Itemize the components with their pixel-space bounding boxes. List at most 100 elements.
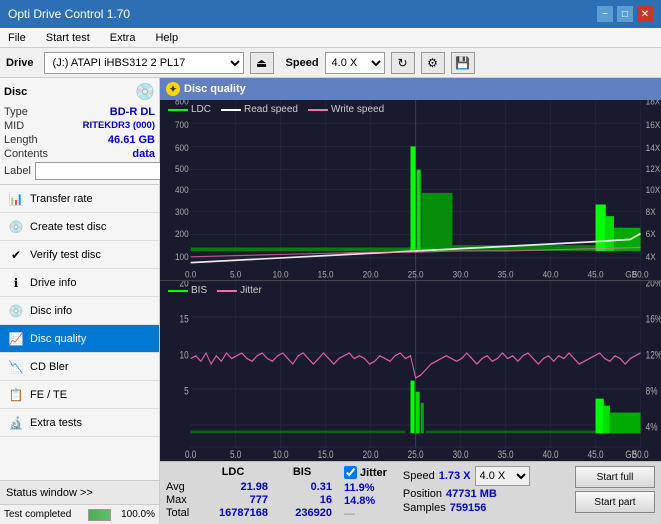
- disc-panel: Disc 💿 Type BD-R DL MID RITEKDR3 (000) L…: [0, 78, 159, 185]
- legend-write-speed-label: Write speed: [331, 104, 384, 115]
- minimize-button[interactable]: −: [597, 6, 613, 22]
- sidebar-item-label: Transfer rate: [30, 193, 93, 205]
- lower-chart-svg: 20 15 10 5 0.0 5.0 10.0 15.0 20.0 25.0 3…: [160, 281, 661, 461]
- sidebar-item-disc-quality[interactable]: 📈 Disc quality: [0, 325, 159, 353]
- svg-text:400: 400: [175, 184, 189, 195]
- disc-info-icon: 💿: [8, 303, 24, 319]
- start-full-button[interactable]: Start full: [575, 466, 655, 488]
- nav-items: 📊 Transfer rate 💿 Create test disc ✔ Ver…: [0, 185, 159, 480]
- bottom-panel: LDC BIS Avg 21.98 0.31 Max 777 16: [160, 461, 661, 524]
- sidebar-item-label: Disc quality: [30, 333, 86, 345]
- eject-button[interactable]: ⏏: [250, 52, 274, 74]
- sidebar-item-extra-tests[interactable]: 🔬 Extra tests: [0, 409, 159, 437]
- sidebar-item-create-test-disc[interactable]: 💿 Create test disc: [0, 213, 159, 241]
- svg-text:GB: GB: [625, 269, 637, 280]
- position-value: 47731 MB: [446, 488, 497, 500]
- start-part-button[interactable]: Start part: [575, 491, 655, 513]
- charts-container: LDC Read speed Write speed: [160, 100, 661, 461]
- svg-text:16%: 16%: [646, 313, 661, 326]
- svg-text:25.0: 25.0: [408, 269, 424, 280]
- total-row-label: Total: [166, 507, 194, 519]
- length-value: 46.61 GB: [108, 134, 155, 146]
- chart-header: ✦ Disc quality: [160, 78, 661, 100]
- svg-text:40.0: 40.0: [543, 449, 559, 461]
- svg-text:10: 10: [180, 349, 190, 362]
- sidebar: Disc 💿 Type BD-R DL MID RITEKDR3 (000) L…: [0, 78, 160, 524]
- menubar: File Start test Extra Help: [0, 28, 661, 48]
- chart-title: Disc quality: [184, 83, 246, 95]
- action-buttons: Start full Start part: [575, 466, 655, 513]
- upper-chart-svg: 800 700 600 500 400 300 200 100 0.0 5.0 …: [160, 100, 661, 280]
- svg-text:6X: 6X: [646, 229, 656, 240]
- jitter-checkbox[interactable]: [344, 466, 357, 479]
- lower-chart-legend: BIS Jitter: [164, 283, 266, 296]
- svg-text:0.0: 0.0: [185, 449, 197, 461]
- svg-text:20.0: 20.0: [363, 449, 379, 461]
- mid-label: MID: [4, 120, 24, 132]
- settings-button[interactable]: ⚙: [421, 52, 445, 74]
- svg-text:20%: 20%: [646, 281, 661, 290]
- sidebar-item-transfer-rate[interactable]: 📊 Transfer rate: [0, 185, 159, 213]
- sidebar-item-label: Disc info: [30, 305, 72, 317]
- svg-text:12%: 12%: [646, 349, 661, 362]
- drive-select[interactable]: (J:) ATAPI iHBS312 2 PL17: [44, 52, 244, 74]
- legend-write-speed: Write speed: [308, 104, 384, 115]
- read-speed-color: [221, 109, 241, 111]
- svg-text:25.0: 25.0: [408, 449, 424, 461]
- max-jitter-value: 14.8%: [344, 495, 375, 507]
- status-window[interactable]: Status window >>: [0, 480, 159, 504]
- lower-chart-wrapper: BIS Jitter: [160, 281, 661, 461]
- contents-value: data: [132, 148, 155, 160]
- menu-file[interactable]: File: [4, 28, 30, 47]
- menu-extra[interactable]: Extra: [106, 28, 140, 47]
- sidebar-item-cd-bler[interactable]: 📉 CD Bler: [0, 353, 159, 381]
- sidebar-item-disc-info[interactable]: 💿 Disc info: [0, 297, 159, 325]
- menu-start-test[interactable]: Start test: [42, 28, 94, 47]
- max-bis-value: 16: [272, 494, 332, 506]
- sidebar-item-drive-info[interactable]: ℹ Drive info: [0, 269, 159, 297]
- svg-text:10.0: 10.0: [273, 269, 289, 280]
- sidebar-item-verify-test-disc[interactable]: ✔ Verify test disc: [0, 241, 159, 269]
- svg-text:10X: 10X: [646, 184, 661, 195]
- svg-text:15.0: 15.0: [318, 269, 334, 280]
- legend-ldc: LDC: [168, 104, 211, 115]
- svg-text:35.0: 35.0: [498, 449, 514, 461]
- speed-stat-value: 1.73 X: [439, 470, 471, 482]
- refresh-button[interactable]: ↻: [391, 52, 415, 74]
- samples-label: Samples: [403, 502, 446, 514]
- max-ldc-value: 777: [198, 494, 268, 506]
- menu-help[interactable]: Help: [151, 28, 182, 47]
- mid-value: RITEKDR3 (000): [83, 120, 155, 132]
- avg-ldc-value: 21.98: [198, 481, 268, 493]
- svg-text:30.0: 30.0: [453, 449, 469, 461]
- upper-chart-wrapper: LDC Read speed Write speed: [160, 100, 661, 281]
- svg-text:8%: 8%: [646, 385, 658, 398]
- maximize-button[interactable]: □: [617, 6, 633, 22]
- bis-color: [168, 290, 188, 292]
- svg-text:15: 15: [180, 313, 189, 326]
- svg-text:700: 700: [175, 119, 189, 130]
- speed-select[interactable]: 4.0 X: [325, 52, 385, 74]
- legend-read-speed-label: Read speed: [244, 104, 298, 115]
- sidebar-item-fe-te[interactable]: 📋 FE / TE: [0, 381, 159, 409]
- progress-area: Test completed 100.0%: [0, 504, 159, 524]
- titlebar: Opti Drive Control 1.70 − □ ✕: [0, 0, 661, 28]
- length-label: Length: [4, 134, 38, 146]
- svg-text:GB: GB: [625, 449, 637, 461]
- legend-read-speed: Read speed: [221, 104, 298, 115]
- close-button[interactable]: ✕: [637, 6, 653, 22]
- window-title: Opti Drive Control 1.70: [8, 7, 130, 21]
- svg-text:100: 100: [175, 252, 189, 263]
- save-button[interactable]: 💾: [451, 52, 475, 74]
- sidebar-item-label: Verify test disc: [30, 249, 101, 261]
- svg-text:4%: 4%: [646, 421, 658, 434]
- svg-text:40.0: 40.0: [543, 269, 559, 280]
- ldc-header: LDC: [198, 466, 268, 478]
- progress-bar-fill: [89, 510, 110, 520]
- progress-bar-container: [88, 509, 111, 521]
- content-area: ✦ Disc quality LDC Read speed: [160, 78, 661, 524]
- speed-stat-select[interactable]: 4.0 X: [475, 466, 530, 486]
- sidebar-item-label: Extra tests: [30, 417, 82, 429]
- extra-tests-icon: 🔬: [8, 415, 24, 431]
- position-label: Position: [403, 488, 442, 500]
